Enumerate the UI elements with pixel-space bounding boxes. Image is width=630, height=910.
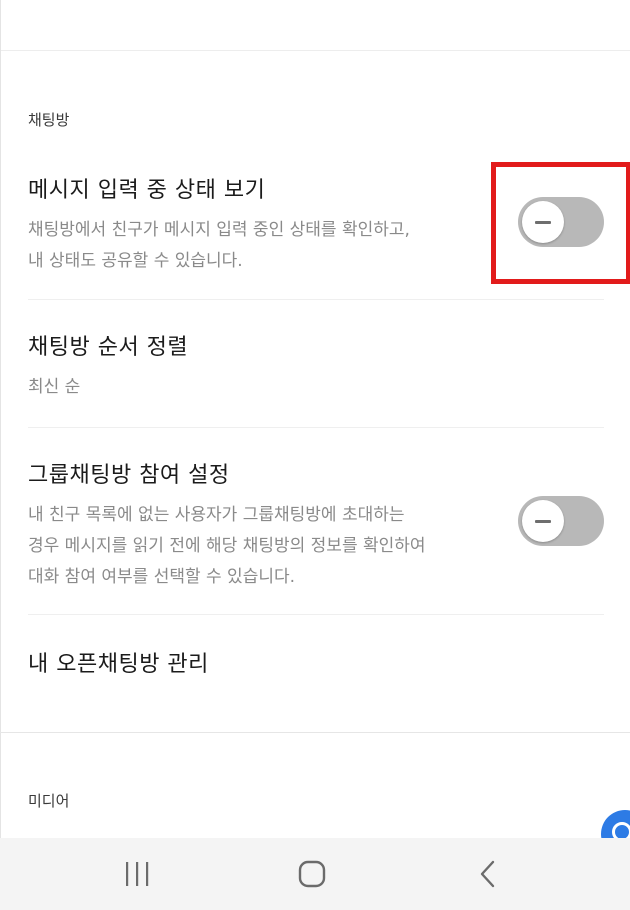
group-join-description-line-3: 대화 참여 여부를 선택할 수 있습니다.	[28, 567, 296, 587]
row-divider	[28, 299, 604, 300]
row-divider	[28, 614, 604, 615]
back-button[interactable]	[448, 838, 528, 910]
row-divider	[28, 427, 604, 428]
recent-apps-icon	[126, 862, 149, 886]
minus-icon	[535, 520, 551, 523]
home-icon	[298, 860, 326, 888]
group-join-toggle[interactable]	[518, 496, 604, 546]
group-join-description-line-1: 내 친구 목록에 없는 사용자가 그룹채팅방에 초대하는	[28, 505, 405, 525]
typing-status-description-line-2: 내 상태도 공유할 수 있습니다.	[28, 251, 243, 271]
group-join-title: 그룹채팅방 참여 설정	[28, 463, 230, 488]
typing-status-description-line-1: 채팅방에서 친구가 메시지 입력 중인 상태를 확인하고,	[28, 220, 410, 240]
back-icon	[480, 860, 495, 888]
group-join-description: 내 친구 목록에 없는 사용자가 그룹채팅방에 초대하는 경우 메시지를 읽기 …	[28, 500, 498, 593]
system-navigation-bar	[0, 838, 630, 910]
highlight-box	[491, 162, 630, 284]
section-header-chat-room: 채팅방	[28, 111, 70, 129]
sort-order-value: 최신 순	[28, 377, 81, 397]
toggle-knob	[522, 500, 564, 542]
section-header-media: 미디어	[28, 792, 70, 810]
typing-status-description: 채팅방에서 친구가 메시지 입력 중인 상태를 확인하고, 내 상태도 공유할 …	[28, 215, 498, 277]
left-edge-line	[0, 0, 1, 838]
recent-apps-button[interactable]	[97, 838, 177, 910]
open-chat-title: 내 오픈채팅방 관리	[28, 652, 209, 677]
typing-status-title: 메시지 입력 중 상태 보기	[28, 178, 266, 203]
section-divider	[0, 732, 630, 733]
sort-order-title: 채팅방 순서 정렬	[28, 335, 189, 360]
top-blank-area	[0, 0, 630, 51]
group-join-description-line-2: 경우 메시지를 읽기 전에 해당 채팅방의 정보를 확인하여	[28, 536, 426, 556]
home-button[interactable]	[272, 838, 352, 910]
